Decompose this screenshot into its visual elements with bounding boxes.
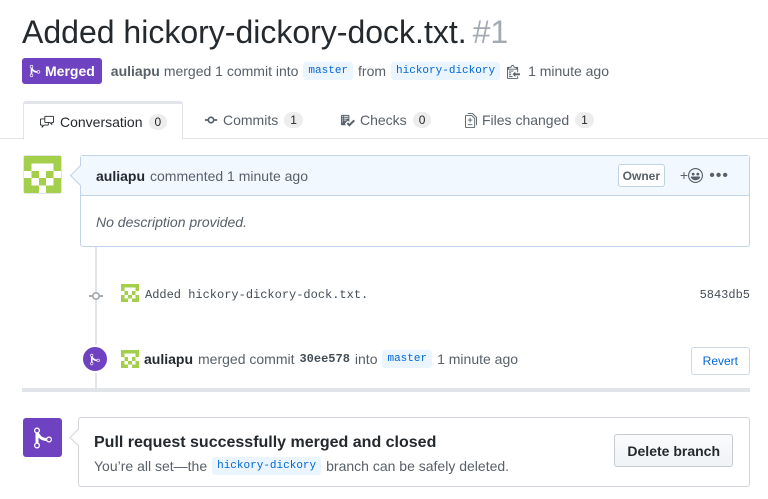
timeline-divider xyxy=(22,388,750,392)
merged-status-icon xyxy=(23,418,62,457)
merge-commit-sha-link[interactable]: 30ee578 xyxy=(299,352,349,366)
merged-event-badge xyxy=(81,345,109,373)
plus-sign: + xyxy=(679,167,688,183)
tab-commits[interactable]: Commits 1 xyxy=(204,101,303,139)
merge-status-description: You’re all set—the hickory-dickory branc… xyxy=(94,457,509,475)
tab-commits-count: 1 xyxy=(284,112,303,128)
commit-sha-link[interactable]: 5843db5 xyxy=(700,288,750,302)
tab-conversation-label: Conversation xyxy=(60,113,143,130)
tab-files-changed-count: 1 xyxy=(575,112,594,128)
add-reaction-button[interactable]: + xyxy=(680,167,703,183)
file-diff-icon xyxy=(465,112,477,128)
merge-target-branch[interactable]: master xyxy=(382,350,433,368)
comment-body: No description provided. xyxy=(96,214,247,230)
avatar[interactable] xyxy=(121,284,139,302)
merge-into-text: into xyxy=(354,351,378,367)
git-merge-icon xyxy=(33,426,52,448)
comment-discussion-icon xyxy=(40,115,54,128)
merge-status-prefix: You’re all set—the xyxy=(94,458,208,474)
tab-checks[interactable]: Checks 0 xyxy=(340,101,432,139)
merge-status-suffix: branch can be safely deleted. xyxy=(326,458,510,474)
revert-button[interactable]: Revert xyxy=(690,347,750,375)
avatar[interactable] xyxy=(23,155,62,194)
pr-title: Added hickory-dickory-dock.txt. xyxy=(22,14,467,50)
avatar[interactable] xyxy=(121,350,139,368)
git-commit-icon xyxy=(204,116,218,124)
git-merge-icon xyxy=(90,353,100,365)
git-merge-icon xyxy=(29,64,41,78)
delete-branch-button[interactable]: Delete branch xyxy=(614,434,733,467)
pr-meta: Merged auliapu merged 1 commit into mast… xyxy=(22,58,609,84)
merge-event-time: 1 minute ago xyxy=(437,351,519,367)
comment-box: auliapu commented 1 minute ago Owner + •… xyxy=(80,155,750,247)
pr-author-link[interactable]: auliapu xyxy=(111,63,160,79)
kebab-horizontal-icon[interactable]: ••• xyxy=(709,167,729,185)
owner-badge: Owner xyxy=(617,164,665,187)
base-branch-label[interactable]: master xyxy=(303,62,354,80)
smiley-icon xyxy=(688,167,703,183)
merge-author-link[interactable]: auliapu xyxy=(144,351,193,367)
checklist-icon xyxy=(340,114,355,127)
tab-checks-count: 0 xyxy=(412,112,432,128)
head-branch-label[interactable]: hickory-dickory xyxy=(391,62,501,80)
deletable-branch-label[interactable]: hickory-dickory xyxy=(212,457,322,475)
comment-header: auliapu commented 1 minute ago Owner + •… xyxy=(81,156,749,196)
commit-message-link[interactable]: Added hickory-dickory-dock.txt. xyxy=(145,288,368,302)
merge-status-box: Pull request successfully merged and clo… xyxy=(78,417,750,487)
tab-commits-label: Commits xyxy=(223,112,279,128)
comment-author-link[interactable]: auliapu xyxy=(96,168,145,184)
pr-tabs: Conversation 0 Commits 1 Checks 0 Files … xyxy=(0,101,768,140)
tab-conversation[interactable]: Conversation 0 xyxy=(23,101,183,140)
merge-status-title: Pull request successfully merged and clo… xyxy=(94,434,437,451)
merged-state-badge: Merged xyxy=(22,58,102,84)
pr-number: #1 xyxy=(472,14,509,50)
git-commit-icon xyxy=(89,291,103,301)
tab-conversation-count: 0 xyxy=(148,113,168,130)
clipboard-icon[interactable] xyxy=(507,64,521,79)
comment-action-text: commented 1 minute ago xyxy=(150,167,308,184)
pr-time: 1 minute ago xyxy=(528,63,610,79)
merged-state-label: Merged xyxy=(45,63,95,79)
merged-event-text: auliapu merged commit 30ee578 into maste… xyxy=(144,350,518,368)
from-text: from xyxy=(358,63,387,79)
pr-title-row: Added hickory-dickory-dock.txt. #1 xyxy=(22,14,508,51)
tab-files-changed[interactable]: Files changed 1 xyxy=(465,101,594,139)
merge-summary-text: merged 1 commit into xyxy=(163,63,299,79)
merge-action-text: merged commit xyxy=(198,351,295,367)
tab-checks-label: Checks xyxy=(360,112,407,128)
tab-files-changed-label: Files changed xyxy=(482,112,570,128)
